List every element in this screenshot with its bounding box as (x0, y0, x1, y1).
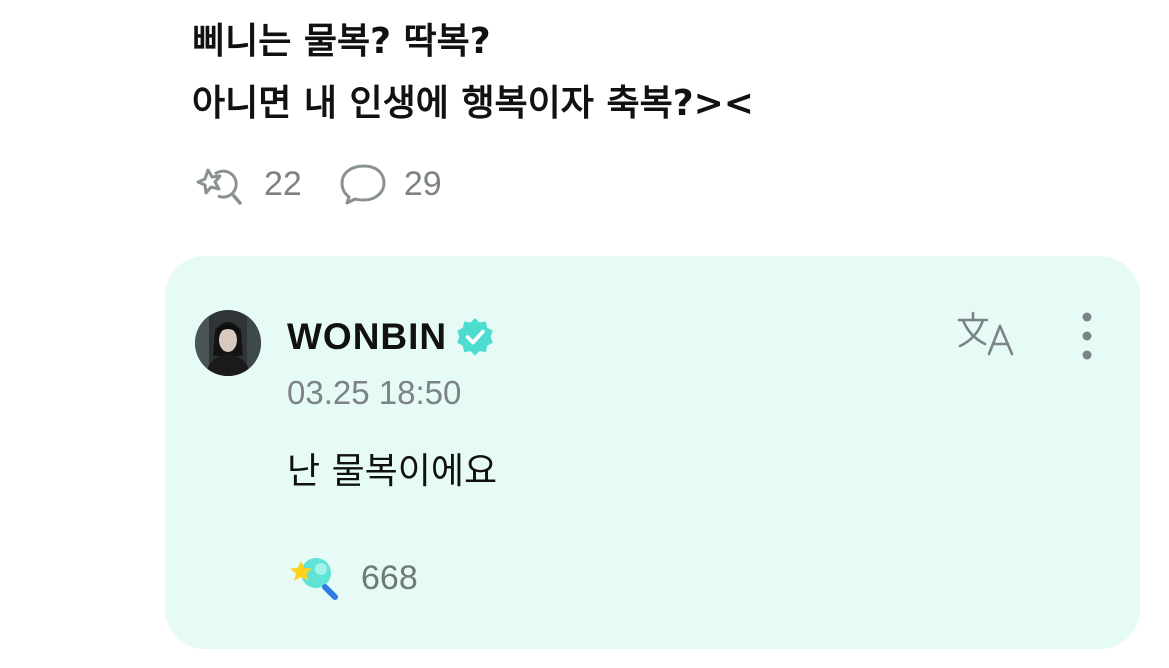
avatar-image (195, 310, 261, 376)
author-row: WONBIN (287, 314, 497, 360)
post-text-line-2: 아니면 내 인생에 행복이자 축복?>< (192, 83, 754, 124)
translate-icon[interactable] (955, 308, 1017, 360)
comment-button[interactable]: 29 (336, 162, 442, 206)
comments-count: 29 (403, 164, 442, 203)
reply-text: 난 물복이에요 (287, 451, 498, 492)
avatar[interactable] (195, 310, 261, 376)
reply-reaction-count: 668 (361, 558, 418, 597)
post-text-line-1: 삐니는 물복? 딱복? (192, 21, 491, 62)
star-lollipop-icon (290, 558, 338, 600)
post-actions: 22 29 (196, 162, 476, 206)
reactions-count: 22 (264, 164, 302, 203)
reaction-button[interactable]: 22 (196, 162, 302, 206)
author-name[interactable]: WONBIN (287, 316, 447, 358)
star-wand-icon (196, 168, 242, 205)
more-vertical-icon[interactable] (1073, 308, 1101, 364)
verified-badge-icon (457, 318, 493, 356)
reply-timestamp: 03.25 18:50 (287, 374, 462, 411)
reply-reaction-button[interactable]: 668 (287, 554, 418, 602)
comment-bubble-icon (340, 164, 386, 205)
reply-card: WONBIN 03.25 18:50 난 물복이에요 668 (165, 256, 1140, 649)
